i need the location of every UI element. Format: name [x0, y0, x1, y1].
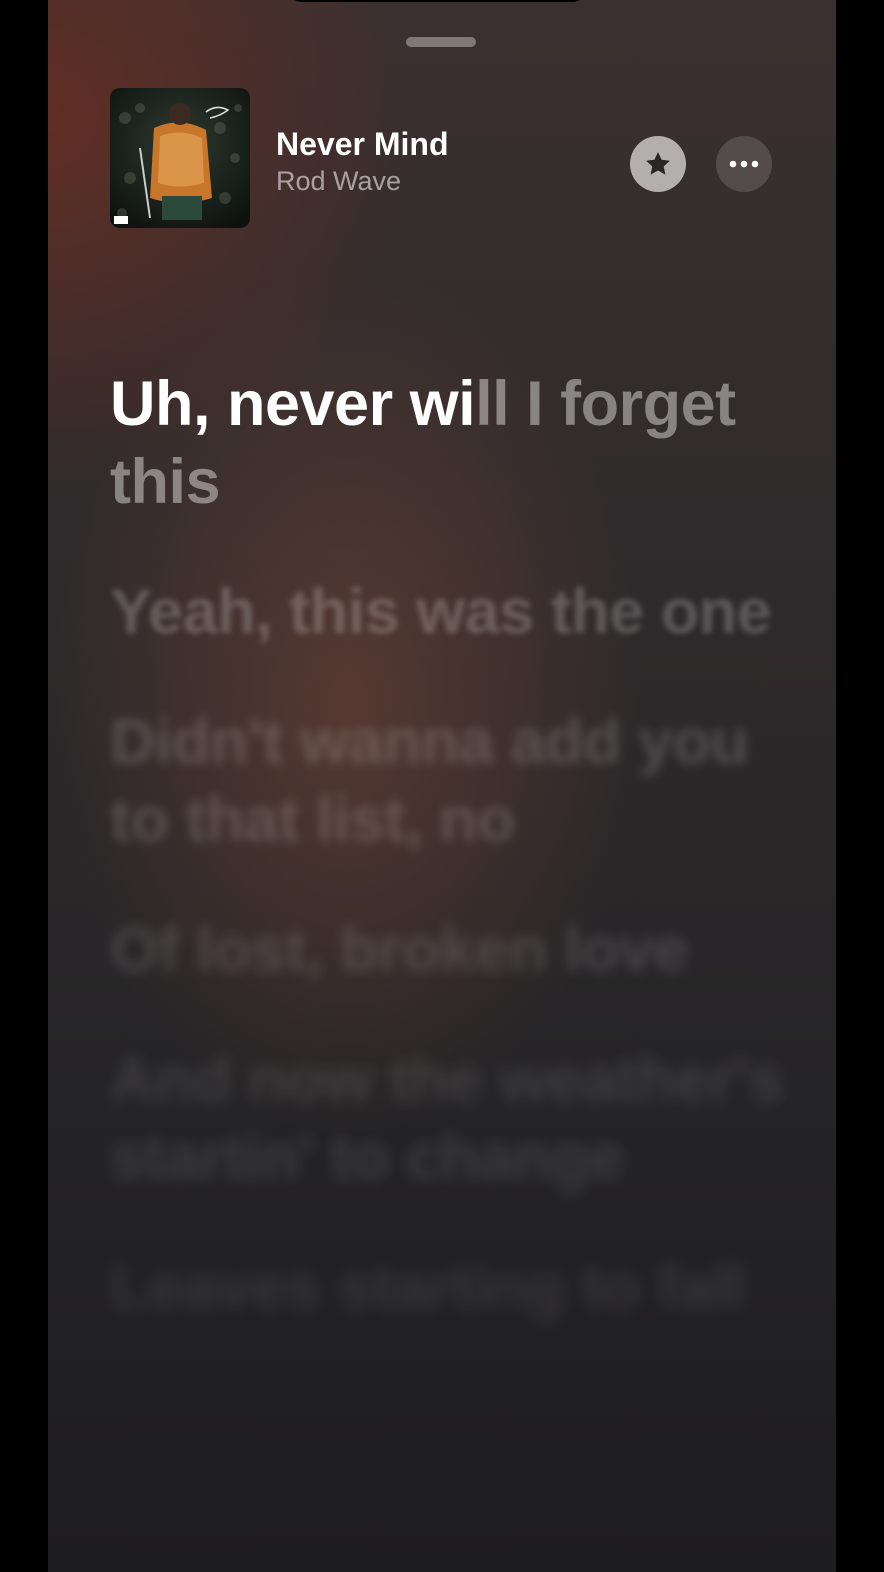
lyric-line[interactable]: Of lost, broken love: [110, 911, 800, 989]
lyric-line[interactable]: Yeah, this was the one: [110, 573, 800, 651]
more-options-button[interactable]: [716, 136, 772, 192]
device-notch: [286, 0, 588, 2]
favorite-button[interactable]: [630, 136, 686, 192]
lyric-line[interactable]: And now the weather's startin' to change: [110, 1041, 800, 1197]
lyric-line[interactable]: Didn't wanna add you to that list, no: [110, 703, 800, 859]
lyrics-screen: Never Mind Rod Wave Uh, never will I for…: [48, 0, 836, 1572]
song-title[interactable]: Never Mind: [276, 126, 448, 163]
artist-name[interactable]: Rod Wave: [276, 166, 401, 197]
sheet-grabber-handle[interactable]: [406, 37, 476, 47]
album-artwork[interactable]: [110, 88, 250, 228]
lyric-sung-portion: Uh, never wi: [110, 369, 476, 439]
lyric-line[interactable]: Leaves starting to fall: [110, 1249, 800, 1327]
album-artwork-image: [110, 88, 250, 228]
lyrics-list[interactable]: Uh, never will I forget this Yeah, this …: [110, 365, 800, 1379]
more-icon: [729, 160, 759, 168]
star-icon: [646, 152, 670, 175]
lyric-line-current[interactable]: Uh, never will I forget this: [110, 365, 800, 521]
